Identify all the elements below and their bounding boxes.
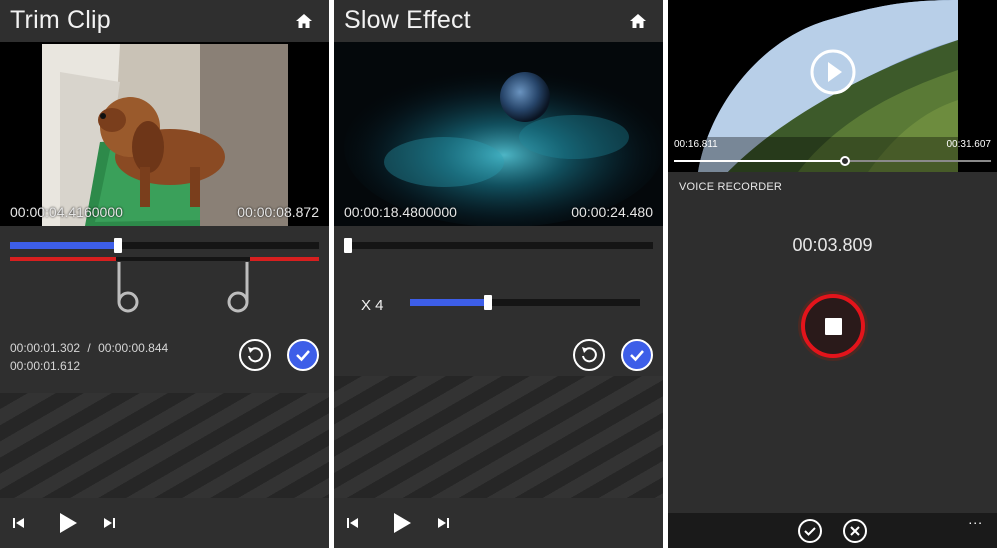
app-bar: ... — [668, 511, 997, 548]
video-preview[interactable]: 00:00:04.4160000 00:00:08.872 — [0, 42, 329, 226]
page-title: Trim Clip — [10, 6, 111, 34]
trim-duration: 00:00:00.844 — [98, 341, 169, 355]
undo-icon — [582, 347, 597, 363]
playback-controls — [0, 498, 329, 548]
page-title: Slow Effect — [344, 6, 471, 34]
video-time-end: 00:31.607 — [946, 139, 992, 150]
speed-slider-fill — [410, 299, 488, 306]
home-button[interactable] — [295, 12, 313, 30]
video-frame-dog — [0, 42, 329, 226]
skip-forward-icon[interactable] — [436, 516, 450, 530]
close-icon — [850, 526, 860, 536]
recording-time: 00:03.809 — [792, 235, 873, 255]
playback-slider-thumb[interactable] — [344, 238, 352, 253]
section-label: VOICE RECORDER — [679, 181, 783, 193]
speed-slider-thumb[interactable] — [484, 295, 492, 310]
skip-back-icon[interactable] — [12, 516, 26, 530]
video-time-start: 00:00:18.4800000 — [344, 204, 457, 220]
confirm-button[interactable] — [287, 339, 319, 371]
check-icon — [804, 527, 816, 536]
video-frame-space — [334, 42, 663, 226]
undo-icon — [248, 347, 263, 363]
home-icon — [630, 14, 646, 28]
home-icon — [296, 14, 312, 28]
header: Slow Effect — [334, 0, 663, 42]
playback-slider-fill — [10, 242, 118, 249]
playback-slider[interactable] — [344, 238, 653, 253]
play-icon[interactable] — [390, 511, 414, 535]
undo-button[interactable] — [573, 339, 605, 371]
trim-start-bar — [10, 257, 116, 261]
skip-forward-icon[interactable] — [102, 516, 116, 530]
header: Trim Clip — [0, 0, 329, 42]
play-icon[interactable] — [56, 511, 80, 535]
video-preview[interactable]: 00:00:18.4800000 00:00:24.480 — [334, 42, 663, 226]
trim-clip-panel: Trim Clip 00:00:04.4160000 00:00:08.872 — [0, 0, 329, 548]
check-icon — [630, 350, 644, 362]
speed-slider[interactable] — [410, 295, 640, 310]
trim-start-time: 00:00:01.302 — [10, 341, 81, 355]
video-time-start: 00:16.811 — [674, 139, 718, 150]
play-circle-icon[interactable] — [809, 48, 857, 96]
playback-slider-fill — [674, 160, 845, 162]
more-button[interactable]: ... — [968, 511, 983, 527]
video-time-end: 00:00:24.480 — [571, 204, 653, 220]
cancel-button[interactable] — [843, 519, 867, 543]
trim-end-bar — [250, 257, 319, 261]
stop-record-button[interactable] — [801, 294, 865, 358]
trim-end-time: 00:00:01.612 — [10, 359, 81, 373]
confirm-button[interactable] — [621, 339, 653, 371]
playback-slider-thumb[interactable] — [840, 156, 850, 166]
playback-slider[interactable] — [674, 156, 991, 166]
video-time-end: 00:00:08.872 — [237, 204, 319, 220]
trim-range — [10, 257, 319, 261]
playback-controls — [334, 498, 663, 548]
filmstrip-area — [0, 393, 329, 498]
playback-slider[interactable] — [10, 238, 319, 253]
home-button[interactable] — [629, 12, 647, 30]
trim-end-handle[interactable] — [226, 262, 252, 314]
check-icon — [296, 350, 310, 362]
video-preview[interactable]: 00:16.811 00:31.607 — [668, 0, 997, 172]
time-separator: / — [87, 341, 91, 355]
undo-button[interactable] — [239, 339, 271, 371]
speed-label: X 4 — [361, 297, 384, 314]
video-time-start: 00:00:04.4160000 — [10, 204, 123, 220]
filmstrip-area — [334, 376, 663, 498]
trim-time-row: 00:00:01.302 / 00:00:00.844 — [10, 341, 168, 355]
skip-back-icon[interactable] — [346, 516, 360, 530]
trim-start-handle[interactable] — [114, 262, 140, 314]
stop-icon — [825, 318, 842, 335]
accept-button[interactable] — [798, 519, 822, 543]
voice-recorder-panel: 00:16.811 00:31.607 VOICE RECORDER 00:03… — [668, 0, 997, 548]
slow-effect-panel: Slow Effect 00:00:18.4800000 00:00:24.48… — [334, 0, 663, 548]
playback-slider-thumb[interactable] — [114, 238, 122, 253]
